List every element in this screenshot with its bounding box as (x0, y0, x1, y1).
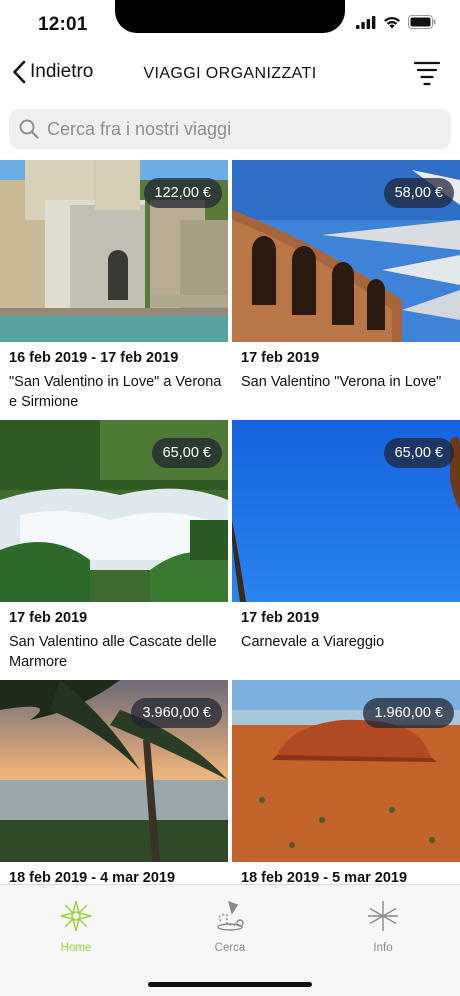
filter-button[interactable] (413, 60, 441, 91)
trip-image-castle: 122,00 € (0, 160, 228, 342)
trips-grid: 122,00 € 16 feb 2019 - 17 feb 2019 "San … (0, 160, 460, 884)
tab-home[interactable]: Home (36, 899, 116, 954)
trip-date: 18 feb 2019 - 5 mar 2019 (241, 870, 408, 884)
home-indicator[interactable] (148, 982, 312, 987)
map-route-icon (217, 900, 244, 931)
tab-cerca-label: Cerca (214, 942, 246, 954)
price-badge: 65,00 € (151, 438, 222, 468)
asterisk-icon (368, 901, 398, 931)
tab-cerca[interactable]: Cerca (190, 899, 270, 954)
search-bar[interactable] (9, 109, 451, 149)
trip-title: San Valentino "Verona in Love" (241, 374, 442, 390)
trip-image-carnival: 65,00 € (232, 420, 460, 602)
trip-image-uluru: 1.960,00 € (232, 680, 460, 862)
status-icons (356, 15, 436, 29)
signal-icon (356, 15, 376, 29)
price-badge: 122,00 € (143, 178, 222, 208)
trip-card[interactable]: 58,00 € 17 feb 2019 San Valentino "Veron… (232, 160, 460, 392)
trip-card[interactable]: 122,00 € 16 feb 2019 - 17 feb 2019 "San … (0, 160, 228, 412)
page-title: VIAGGI ORGANIZZATI (143, 65, 317, 82)
trip-image-beach: 3.960,00 € (0, 680, 228, 862)
trip-card[interactable]: 1.960,00 € 18 feb 2019 - 5 mar 2019 (232, 680, 460, 884)
trip-card[interactable]: 65,00 € 17 feb 2019 Carnevale a Viareggi… (232, 420, 460, 652)
notch (115, 0, 345, 33)
star-flower-icon (60, 900, 92, 932)
tab-home-label: Home (60, 942, 92, 954)
trip-title: "San Valentino in Love" a Verona e Sirmi… (9, 374, 222, 410)
trip-title: San Valentino alle Cascate delle Marmore (9, 634, 217, 670)
filter-icon (413, 61, 441, 86)
trip-date: 17 feb 2019 (241, 350, 320, 366)
trip-date: 17 feb 2019 (241, 610, 320, 626)
tab-info-label: Info (373, 942, 393, 954)
trip-date: 16 feb 2019 - 17 feb 2019 (9, 350, 179, 366)
search-icon (19, 119, 39, 139)
trip-card[interactable]: 65,00 € 17 feb 2019 San Valentino alle C… (0, 420, 228, 672)
price-badge: 1.960,00 € (363, 698, 454, 728)
trip-date: 18 feb 2019 - 4 mar 2019 (9, 870, 176, 884)
status-time: 12:01 (38, 14, 88, 35)
price-badge: 58,00 € (383, 178, 454, 208)
tab-info[interactable]: Info (343, 899, 423, 954)
search-input[interactable] (47, 118, 427, 140)
wifi-icon (384, 17, 400, 29)
battery-icon (408, 15, 436, 29)
nav-bar: Indietro VIAGGI ORGANIZZATI (0, 48, 460, 100)
trip-card[interactable]: 3.960,00 € 18 feb 2019 - 4 mar 2019 (0, 680, 228, 884)
trip-title: Carnevale a Viareggio (241, 634, 385, 650)
price-badge: 3.960,00 € (131, 698, 222, 728)
tab-bar: Home Cerca Info (0, 884, 460, 996)
price-badge: 65,00 € (383, 438, 454, 468)
trip-date: 17 feb 2019 (9, 610, 88, 626)
trip-image-arena: 58,00 € (232, 160, 460, 342)
status-bar: 12:01 (0, 0, 460, 48)
trip-image-waterfall: 65,00 € (0, 420, 228, 602)
